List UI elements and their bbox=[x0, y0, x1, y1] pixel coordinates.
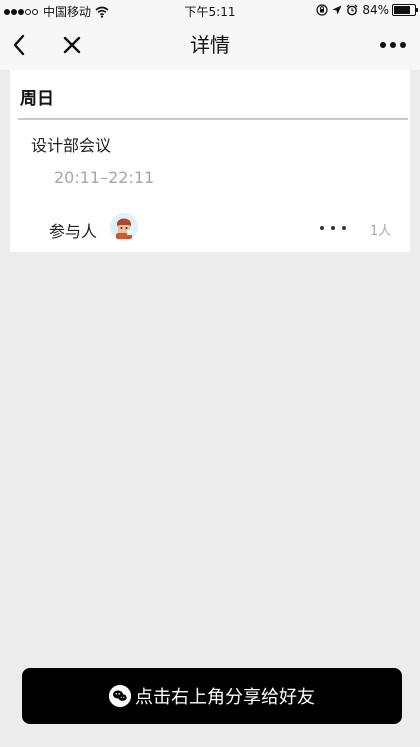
participant-avatar-icon bbox=[110, 213, 138, 241]
participants-row[interactable]: 参与人 1人 bbox=[10, 210, 410, 246]
avatar[interactable] bbox=[110, 213, 138, 241]
battery-icon bbox=[392, 4, 418, 16]
event-detail-card: 周日 设计部会议 20:11–22:11 参与人 1人 bbox=[10, 70, 410, 252]
event-time: 20:11–22:11 bbox=[54, 168, 155, 187]
screen: 中国移动 下午5:11 84% 详情 周日 设计部会议 20:11–22:11 … bbox=[0, 0, 420, 747]
participants-count: 1人 bbox=[370, 224, 392, 239]
page-title: 详情 bbox=[190, 33, 230, 57]
wechat-icon bbox=[109, 685, 131, 707]
share-hint-text: 点击右上角分享给好友 bbox=[135, 687, 315, 708]
status-bar: 中国移动 下午5:11 84% bbox=[0, 0, 420, 20]
divider bbox=[18, 118, 408, 120]
participants-more-icon[interactable] bbox=[320, 218, 346, 238]
status-right: 84% bbox=[312, 3, 418, 17]
more-options-button[interactable] bbox=[378, 20, 408, 70]
battery-percent: 84% bbox=[362, 3, 389, 17]
orientation-lock-icon bbox=[316, 4, 328, 16]
alarm-clock-icon bbox=[346, 4, 358, 16]
navigation-bar: 详情 bbox=[0, 20, 420, 70]
day-header: 周日 bbox=[20, 89, 54, 109]
event-title: 设计部会议 bbox=[31, 136, 112, 155]
participants-label: 参与人 bbox=[49, 222, 98, 241]
more-horizontal-icon bbox=[380, 42, 406, 48]
share-hint-banner[interactable]: 点击右上角分享给好友 bbox=[22, 668, 402, 724]
location-arrow-icon bbox=[332, 5, 342, 15]
